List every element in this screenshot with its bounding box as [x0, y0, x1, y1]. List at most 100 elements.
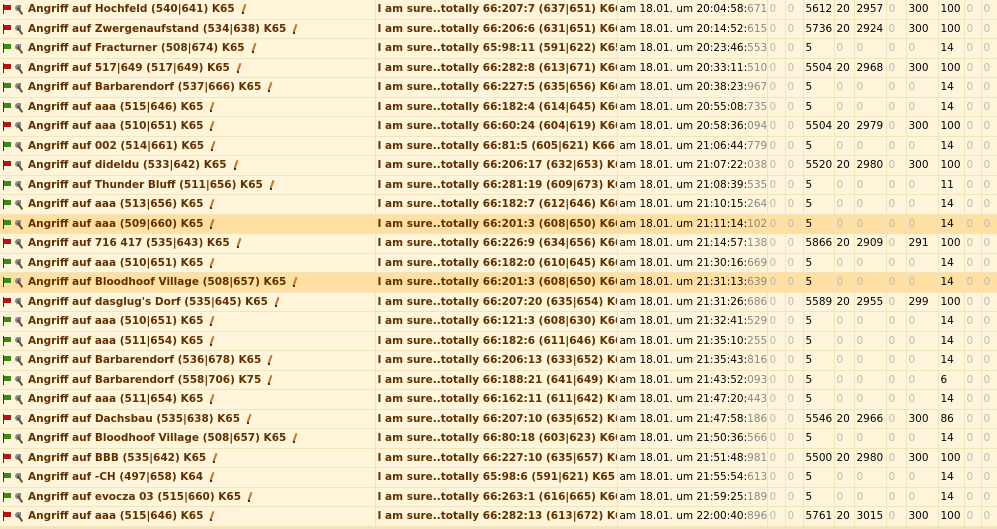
command-cell[interactable]: Angriff auf aaa (509|660) K65: [0, 214, 376, 234]
command-cell[interactable]: Angriff auf aaa (511|654) K65: [0, 389, 376, 410]
source-village[interactable]: I am sure..totally 66:227:5 (635|656) K6…: [375, 77, 618, 98]
command-cell[interactable]: Angriff auf 716 417 (535|643) K65: [0, 233, 376, 254]
command-row[interactable]: Angriff auf -CH (497|658) K64 I am sure..…: [0, 467, 997, 488]
command-link[interactable]: Angriff auf aaa (515|646) K65: [28, 510, 203, 522]
command-cell[interactable]: Angriff auf -CH (497|658) K64: [0, 467, 376, 488]
source-village[interactable]: I am sure..totally 66:207:10 (635|652) K…: [375, 409, 618, 429]
source-village[interactable]: I am sure..totally 66:281:19 (609|673) K…: [375, 175, 618, 195]
command-cell[interactable]: Angriff auf aaa (515|646) K65: [0, 97, 376, 117]
command-row[interactable]: Angriff auf aaa (509|660) K65 I am sure..…: [0, 214, 997, 234]
command-row[interactable]: Angriff auf Dachsbau (535|638) K65 I am s…: [0, 409, 997, 429]
source-village[interactable]: I am sure..totally 66:263:1 (616|665) K6…: [375, 487, 618, 507]
rename-icon[interactable]: [292, 433, 298, 444]
command-row[interactable]: Angriff auf Bloodhoof Village (508|657) …: [0, 428, 997, 449]
source-village[interactable]: I am sure..totally 66:162:11 (611|642) K…: [375, 389, 618, 410]
rename-icon[interactable]: [210, 141, 216, 151]
command-row[interactable]: Angriff auf 716 417 (535|643) K65 I am su…: [0, 233, 997, 254]
rename-icon[interactable]: [209, 199, 215, 210]
command-link[interactable]: Angriff auf aaa (513|656) K65: [28, 198, 203, 210]
command-link[interactable]: Angriff auf Barbarendorf (536|678) K65: [28, 354, 261, 366]
command-cell[interactable]: Angriff auf aaa (513|656) K65: [0, 194, 376, 215]
command-cell[interactable]: Angriff auf aaa (510|651) K65: [0, 116, 376, 137]
command-row[interactable]: Angriff auf aaa (511|654) K65 I am sure..…: [0, 389, 997, 410]
rename-icon[interactable]: [209, 511, 215, 522]
rename-icon[interactable]: [209, 258, 215, 268]
rename-icon[interactable]: [209, 102, 215, 112]
command-cell[interactable]: Angriff auf Bloodhoof Village (508|657) …: [0, 428, 376, 449]
command-cell[interactable]: Angriff auf evocza 03 (515|660) K65: [0, 487, 376, 507]
command-cell[interactable]: Angriff auf Hochfeld (540|641) K65: [0, 0, 376, 20]
source-village[interactable]: I am sure..totally 66:182:4 (614|645) K6…: [375, 97, 618, 117]
command-cell[interactable]: Angriff auf Zwergenaufstand (534|638) K6…: [0, 19, 376, 39]
command-link[interactable]: Angriff auf Barbarendorf (558|706) K75: [28, 374, 261, 386]
command-link[interactable]: Angriff auf Bloodhoof Village (508|657) …: [28, 432, 286, 444]
source-village[interactable]: I am sure..totally 66:207:20 (635|654) K…: [375, 292, 618, 312]
source-village[interactable]: I am sure..totally 66:80:18 (603|623) K6…: [375, 428, 618, 449]
rename-icon[interactable]: [267, 355, 273, 366]
command-cell[interactable]: Angriff auf BBB (535|642) K65: [0, 448, 376, 468]
command-row[interactable]: Angriff auf Bloodhoof Village (508|657) …: [0, 272, 997, 293]
command-link[interactable]: Angriff auf aaa (511|654) K65: [28, 335, 203, 347]
rename-icon[interactable]: [267, 82, 273, 93]
command-link[interactable]: Angriff auf 002 (514|661) K65: [28, 140, 204, 152]
command-link[interactable]: Angriff auf Dachsbau (535|638) K65: [28, 413, 240, 425]
rename-icon[interactable]: [267, 375, 273, 385]
source-village[interactable]: I am sure..totally 66:227:10 (635|657) K…: [375, 448, 618, 468]
command-row[interactable]: Angriff auf Thunder Bluff (511|656) K65 I…: [0, 175, 997, 195]
command-link[interactable]: Angriff auf 716 417 (535|643) K65: [28, 237, 230, 249]
source-village[interactable]: I am sure..totally 66:201:3 (608|650) K6…: [375, 272, 618, 293]
command-link[interactable]: Angriff auf Fracturner (508|674) K65: [28, 42, 245, 54]
command-row[interactable]: Angriff auf aaa (510|651) K65 I am sure..…: [0, 116, 997, 137]
command-link[interactable]: Angriff auf evocza 03 (515|660) K65: [28, 491, 241, 503]
command-row[interactable]: Angriff auf Hochfeld (540|641) K65 I am s…: [0, 0, 997, 20]
rename-icon[interactable]: [236, 63, 242, 73]
command-cell[interactable]: Angriff auf aaa (510|651) K65: [0, 311, 376, 332]
command-link[interactable]: Angriff auf 517|649 (517|649) K65: [28, 62, 230, 74]
command-row[interactable]: Angriff auf aaa (515|646) K65 I am sure..…: [0, 506, 997, 527]
source-village[interactable]: I am sure..totally 66:207:7 (637|651) K6…: [375, 0, 618, 20]
command-cell[interactable]: Angriff auf aaa (510|651) K65: [0, 253, 376, 273]
source-village[interactable]: I am sure..totally 66:81:5 (605|621) K66: [375, 136, 618, 156]
command-link[interactable]: Angriff auf -CH (497|658) K64: [28, 471, 203, 483]
command-link[interactable]: Angriff auf Barbarendorf (537|666) K65: [28, 81, 261, 93]
command-link[interactable]: Angriff auf aaa (515|646) K65: [28, 101, 203, 113]
source-village[interactable]: I am sure..totally 66:206:17 (632|653) K…: [375, 155, 618, 176]
command-row[interactable]: Angriff auf BBB (535|642) K65 I am sure..…: [0, 448, 997, 468]
command-row[interactable]: Angriff auf dideldu (533|642) K65 I am su…: [0, 155, 997, 176]
command-cell[interactable]: Angriff auf aaa (511|654) K65: [0, 331, 376, 351]
source-village[interactable]: I am sure..totally 66:201:3 (608|650) K6…: [375, 214, 618, 234]
source-village[interactable]: I am sure..totally 66:121:3 (608|630) K6…: [375, 311, 618, 332]
command-cell[interactable]: Angriff auf 517|649 (517|649) K65: [0, 58, 376, 78]
source-village[interactable]: I am sure..totally 66:282:13 (613|672) K…: [375, 506, 618, 527]
rename-icon[interactable]: [212, 453, 218, 463]
command-row[interactable]: Angriff auf aaa (515|646) K65 I am sure..…: [0, 97, 997, 117]
source-village[interactable]: I am sure..totally 66:282:8 (613|671) K6…: [375, 58, 618, 78]
command-row[interactable]: Angriff auf Zwergenaufstand (534|638) K6…: [0, 19, 997, 39]
command-cell[interactable]: Angriff auf Dachsbau (535|638) K65: [0, 409, 376, 429]
command-cell[interactable]: Angriff auf 002 (514|661) K65: [0, 136, 376, 156]
rename-icon[interactable]: [209, 316, 215, 327]
rename-icon[interactable]: [269, 180, 275, 190]
source-village[interactable]: I am sure..totally 66:182:6 (611|646) K6…: [375, 331, 618, 351]
command-row[interactable]: Angriff auf 002 (514|661) K65 I am sure..…: [0, 136, 997, 156]
command-cell[interactable]: Angriff auf dideldu (533|642) K65: [0, 155, 376, 176]
command-cell[interactable]: Angriff auf Fracturner (508|674) K65: [0, 38, 376, 59]
command-cell[interactable]: Angriff auf Barbarendorf (537|666) K65: [0, 77, 376, 98]
rename-icon[interactable]: [209, 121, 215, 132]
command-cell[interactable]: Angriff auf Thunder Bluff (511|656) K65: [0, 175, 376, 195]
command-cell[interactable]: Angriff auf dasglug's Dorf (535|645) K65: [0, 292, 376, 312]
command-link[interactable]: Angriff auf Zwergenaufstand (534|638) K6…: [28, 23, 286, 35]
command-link[interactable]: Angriff auf aaa (510|651) K65: [28, 120, 203, 132]
source-village[interactable]: I am sure..totally 65:98:11 (591|622) K6…: [375, 38, 618, 59]
rename-icon[interactable]: [251, 43, 257, 54]
source-village[interactable]: I am sure..totally 66:226:9 (634|656) K6…: [375, 233, 618, 254]
command-row[interactable]: Angriff auf aaa (510|651) K65 I am sure..…: [0, 253, 997, 273]
rename-icon[interactable]: [292, 24, 298, 34]
command-link[interactable]: Angriff auf aaa (509|660) K65: [28, 218, 203, 230]
rename-icon[interactable]: [247, 492, 253, 502]
rename-icon[interactable]: [233, 160, 239, 171]
command-link[interactable]: Angriff auf BBB (535|642) K65: [28, 452, 206, 464]
rename-icon[interactable]: [209, 336, 215, 346]
command-link[interactable]: Angriff auf dideldu (533|642) K65: [28, 159, 227, 171]
rename-icon[interactable]: [274, 297, 280, 307]
